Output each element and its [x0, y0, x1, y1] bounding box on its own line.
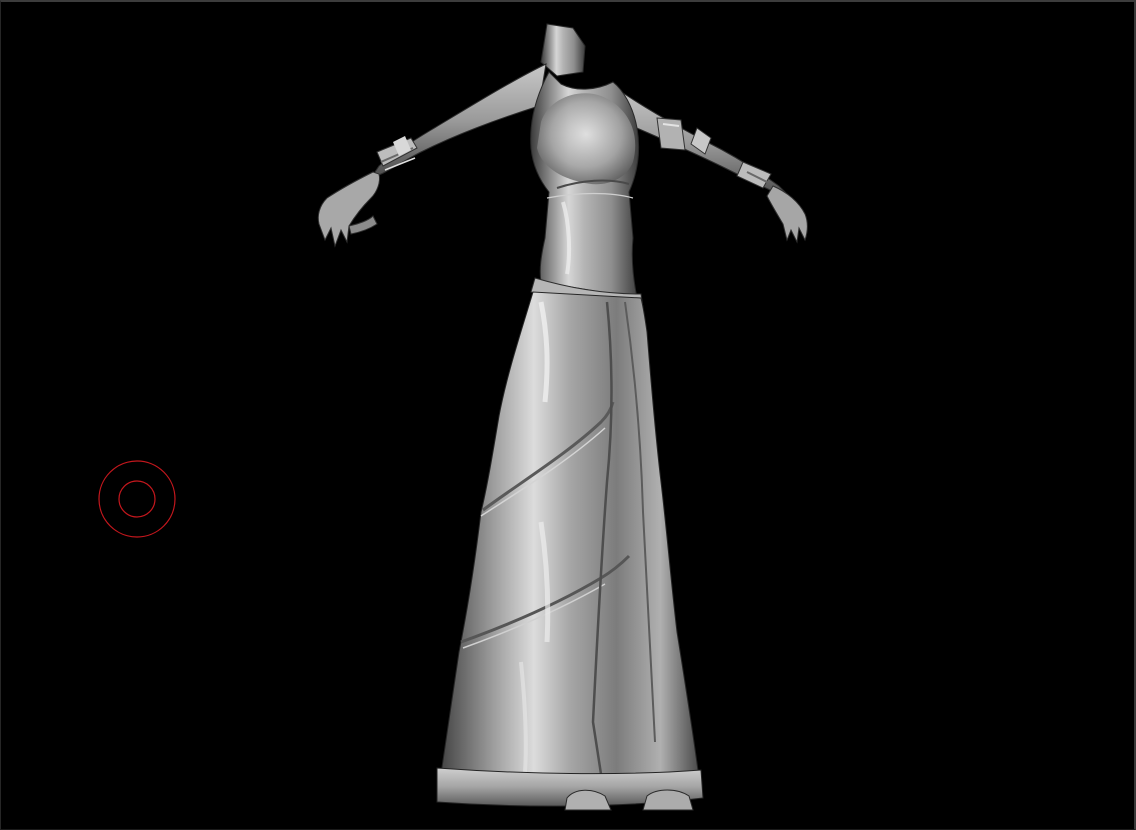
- neck: [540, 23, 586, 77]
- sculpted-dress-model: [317, 23, 808, 811]
- skirt: [440, 291, 700, 779]
- left-hand: [317, 171, 380, 248]
- left-arm: [369, 63, 547, 179]
- right-hand: [766, 185, 808, 244]
- sculpt-viewport[interactable]: [0, 0, 1136, 830]
- brush-cursor-icon[interactable]: [97, 459, 177, 539]
